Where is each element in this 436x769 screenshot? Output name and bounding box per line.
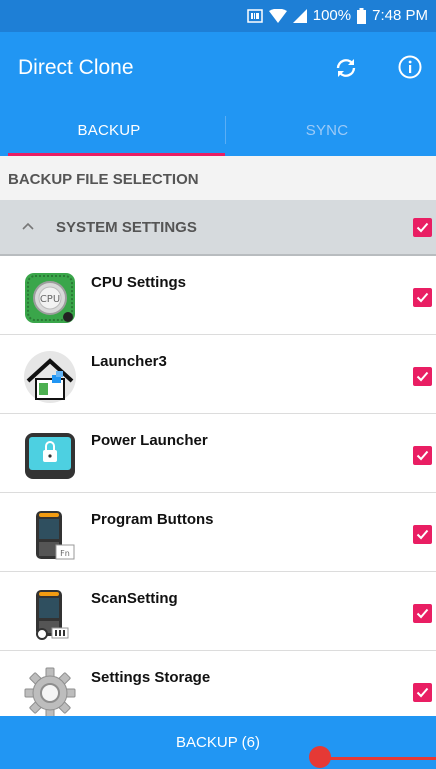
list-item[interactable]: ScanSetting [0,572,436,651]
list-item[interactable]: Launcher3 [0,335,436,414]
item-name: ScanSetting [91,590,178,607]
checkmark-icon [416,371,429,382]
section-header: BACKUP FILE SELECTION [0,156,436,200]
item-checkbox[interactable] [413,446,432,465]
house-icon [24,351,76,403]
item-checkbox[interactable] [413,604,432,623]
group-label: SYSTEM SETTINGS [56,219,197,236]
item-checkbox[interactable] [413,683,432,702]
item-name: Power Launcher [91,432,208,449]
item-name: Program Buttons [91,511,214,528]
item-name: Launcher3 [91,353,167,370]
sync-icon[interactable] [332,54,360,82]
tab-sync[interactable]: SYNC [218,104,436,156]
list-item[interactable]: Power Launcher [0,414,436,493]
svg-text:Fn: Fn [60,549,70,558]
group-system-settings[interactable]: SYSTEM SETTINGS [0,200,436,256]
touch-trail [330,757,436,760]
scanner-icon [247,8,263,23]
checkmark-icon [416,222,429,233]
tab-backup[interactable]: BACKUP [0,104,218,156]
checkmark-icon [416,450,429,461]
item-checkbox[interactable] [413,367,432,386]
info-icon[interactable] [397,54,423,80]
clock: 7:48 PM [372,7,428,24]
gear-icon [24,667,76,719]
list-item[interactable]: Fn Program Buttons [0,493,436,572]
signal-icon [292,8,307,23]
item-name: Settings Storage [91,669,211,686]
item-name: CPU Settings [91,274,187,291]
status-bar: 100% 7:48 PM [0,0,436,32]
chevron-up-icon[interactable] [21,219,35,233]
lock-screen-icon [25,433,75,479]
checkmark-icon [416,292,429,303]
checkmark-icon [416,529,429,540]
app-bar: Direct Clone [0,32,436,104]
handheld-fn-icon: Fn [36,511,75,560]
section-header-label: BACKUP FILE SELECTION [8,171,199,188]
touch-indicator [309,746,331,768]
handheld-settings-icon [36,590,69,640]
battery-percent: 100% [312,7,352,24]
checkmark-icon [416,687,429,698]
svg-text:CPU: CPU [40,294,60,305]
wifi-icon [268,8,287,23]
checkmark-icon [416,608,429,619]
tab-bar: BACKUP SYNC [0,104,436,156]
cpu-icon: CPU [25,273,75,323]
item-checkbox[interactable] [413,288,432,307]
group-checkbox[interactable] [413,218,432,237]
app-title: Direct Clone [18,56,134,79]
battery-icon [357,7,367,24]
list-item[interactable]: CPU CPU Settings [0,256,436,335]
backup-button[interactable]: BACKUP (6) [0,716,436,769]
item-checkbox[interactable] [413,525,432,544]
